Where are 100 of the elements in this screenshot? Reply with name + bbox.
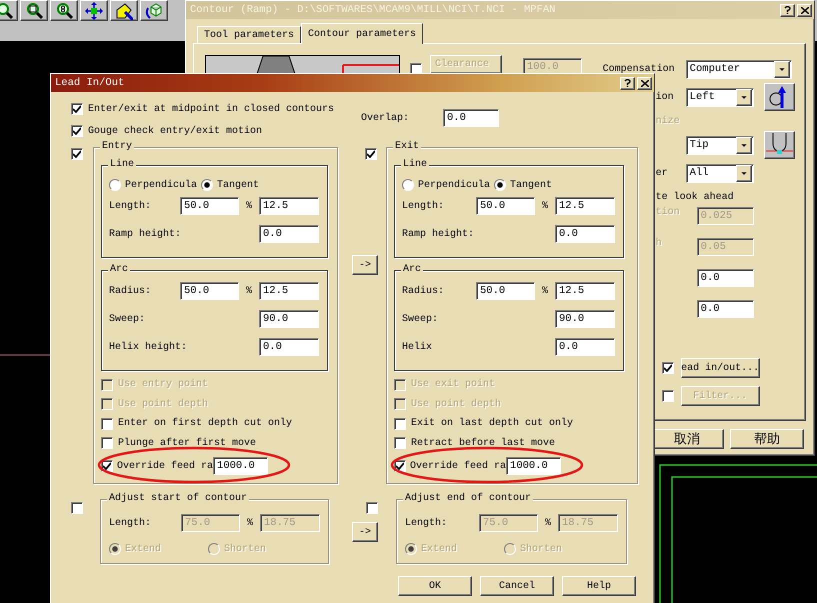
tab[interactable]: Tool parameters	[197, 26, 302, 43]
close-button[interactable]	[637, 76, 652, 90]
percent-label: %	[540, 200, 549, 212]
percent-label: %	[244, 286, 253, 296]
field-label: Length:	[402, 200, 446, 212]
checkbox-label: Override feed ra	[117, 460, 214, 472]
radio-button[interactable]	[494, 179, 506, 191]
move-arrows-icon	[85, 2, 103, 20]
checkbox[interactable]	[365, 148, 377, 160]
toolbar-button[interactable]	[80, 0, 108, 21]
help-icon	[624, 79, 631, 87]
radio-button[interactable]	[109, 179, 121, 191]
checkbox-label: Use exit point	[411, 379, 496, 390]
option-label: Compensation	[602, 64, 676, 74]
field-label: Length:	[405, 518, 448, 528]
checkbox[interactable]	[101, 437, 113, 450]
toolbar-button[interactable]	[20, 0, 48, 21]
close-icon	[800, 6, 808, 14]
number-field[interactable]: 0.0	[443, 109, 499, 127]
option-label: nize	[654, 116, 680, 126]
zoom-window-icon	[25, 2, 43, 20]
field-label: Helix height:	[109, 342, 188, 352]
icon-button[interactable]	[764, 131, 795, 159]
radio-button[interactable]	[402, 179, 414, 191]
radio-label: Perpendicula	[418, 180, 490, 190]
radio-label: Tangent	[510, 180, 552, 190]
field-label: Sweep:	[402, 314, 440, 324]
feed-rate-field[interactable]: 1000.0	[213, 457, 268, 475]
checkbox-label: Use entry point	[118, 379, 208, 390]
zoom-icon	[55, 2, 73, 20]
checkbox-label: Exit on last depth cut only	[411, 418, 574, 430]
dropdown[interactable]: Tip	[686, 136, 754, 154]
radio-label: Tangent	[217, 180, 260, 190]
number-field[interactable]: 90.0	[555, 310, 615, 328]
percent-label: %	[244, 200, 253, 212]
number-field[interactable]: 0.0	[555, 338, 615, 356]
checkbox[interactable]	[394, 437, 406, 450]
number-field[interactable]: 50.0	[180, 282, 239, 300]
radio-label: Extend	[421, 544, 458, 554]
option-label: ion	[654, 92, 675, 102]
pencil-icon	[115, 2, 133, 20]
field-label: Overlap:	[361, 112, 410, 124]
number-field[interactable]: 50.0	[476, 282, 535, 300]
checkbox-label: Use point depth	[411, 398, 502, 410]
feed-rate-field[interactable]: 1000.0	[506, 457, 562, 475]
icon-button[interactable]	[764, 83, 795, 111]
number-field[interactable]: 0.0	[259, 225, 319, 243]
number-field[interactable]: 50.0	[180, 197, 239, 215]
checkbox[interactable]	[394, 418, 406, 430]
dialog-button[interactable]: Cancel	[480, 576, 554, 596]
close-button[interactable]	[797, 4, 812, 16]
rotate-cube-icon	[145, 2, 163, 20]
checkbox-label: Enter on first depth cut only	[118, 418, 292, 430]
checkbox[interactable]	[71, 125, 83, 137]
option-label: tion	[654, 207, 681, 218]
help-button[interactable]	[620, 76, 635, 90]
number-field[interactable]: 50.0	[476, 197, 535, 215]
dropdown[interactable]: Left	[686, 88, 754, 106]
checkbox-label: Gouge check entry/exit motion	[88, 126, 262, 136]
checkbox[interactable]	[71, 103, 83, 115]
checkbox-label: Plunge after first move	[118, 438, 256, 449]
field-label: Radius:	[402, 286, 446, 296]
toolbar-button[interactable]	[140, 0, 168, 21]
number-field[interactable]: 12.5	[259, 197, 319, 215]
percent-label: %	[544, 518, 552, 528]
copy-button[interactable]: ->	[352, 255, 378, 275]
copy-button[interactable]: ->	[352, 522, 378, 542]
number-field[interactable]: 90.0	[259, 310, 319, 328]
number-field[interactable]: 12.5	[555, 197, 615, 215]
number-field[interactable]: 0.0	[555, 225, 615, 243]
toolbar-button[interactable]	[110, 0, 138, 21]
number-field[interactable]: 12.5	[259, 282, 319, 300]
dialog-button[interactable]: 帮助	[730, 429, 804, 449]
tab[interactable]: Contour parameters	[301, 23, 424, 44]
checkbox[interactable]	[101, 418, 113, 430]
number-field[interactable]: 12.5	[555, 282, 615, 300]
group-title: Adjust end of contour	[403, 493, 534, 505]
checkbox-label: Retract before last move	[411, 438, 556, 449]
option-label: te look ahead	[654, 192, 734, 202]
window-title: Lead In/Out	[55, 77, 124, 89]
number-field[interactable]: 0.0	[696, 269, 754, 287]
radio-button[interactable]	[201, 179, 214, 191]
radio-label: Perpendicula	[125, 180, 198, 190]
dropdown[interactable]: All	[686, 164, 754, 182]
checkbox[interactable]	[71, 148, 83, 160]
percent-label: %	[540, 286, 549, 296]
dropdown[interactable]: Computer	[686, 60, 792, 78]
number-field[interactable]: 0.0	[696, 300, 754, 318]
dialog-button[interactable]: ead in/out...	[680, 358, 760, 378]
dialog-button[interactable]: OK	[398, 576, 472, 596]
help-button[interactable]	[780, 4, 795, 16]
dialog-button[interactable]: Help	[562, 576, 636, 596]
field-label: Radius:	[109, 286, 152, 296]
toolbar-button[interactable]	[50, 0, 78, 21]
number-field[interactable]: 0.0	[259, 338, 319, 356]
close-icon	[640, 80, 648, 86]
checkbox-label: Use point depth	[118, 398, 208, 410]
window-title: Contour (Ramp) - D:\SOFTWARES\MCAM9\MILL\NCI\T.NCI - MPFAN	[190, 4, 556, 16]
checkbox[interactable]	[662, 362, 674, 374]
field-label: Helix	[402, 342, 434, 352]
